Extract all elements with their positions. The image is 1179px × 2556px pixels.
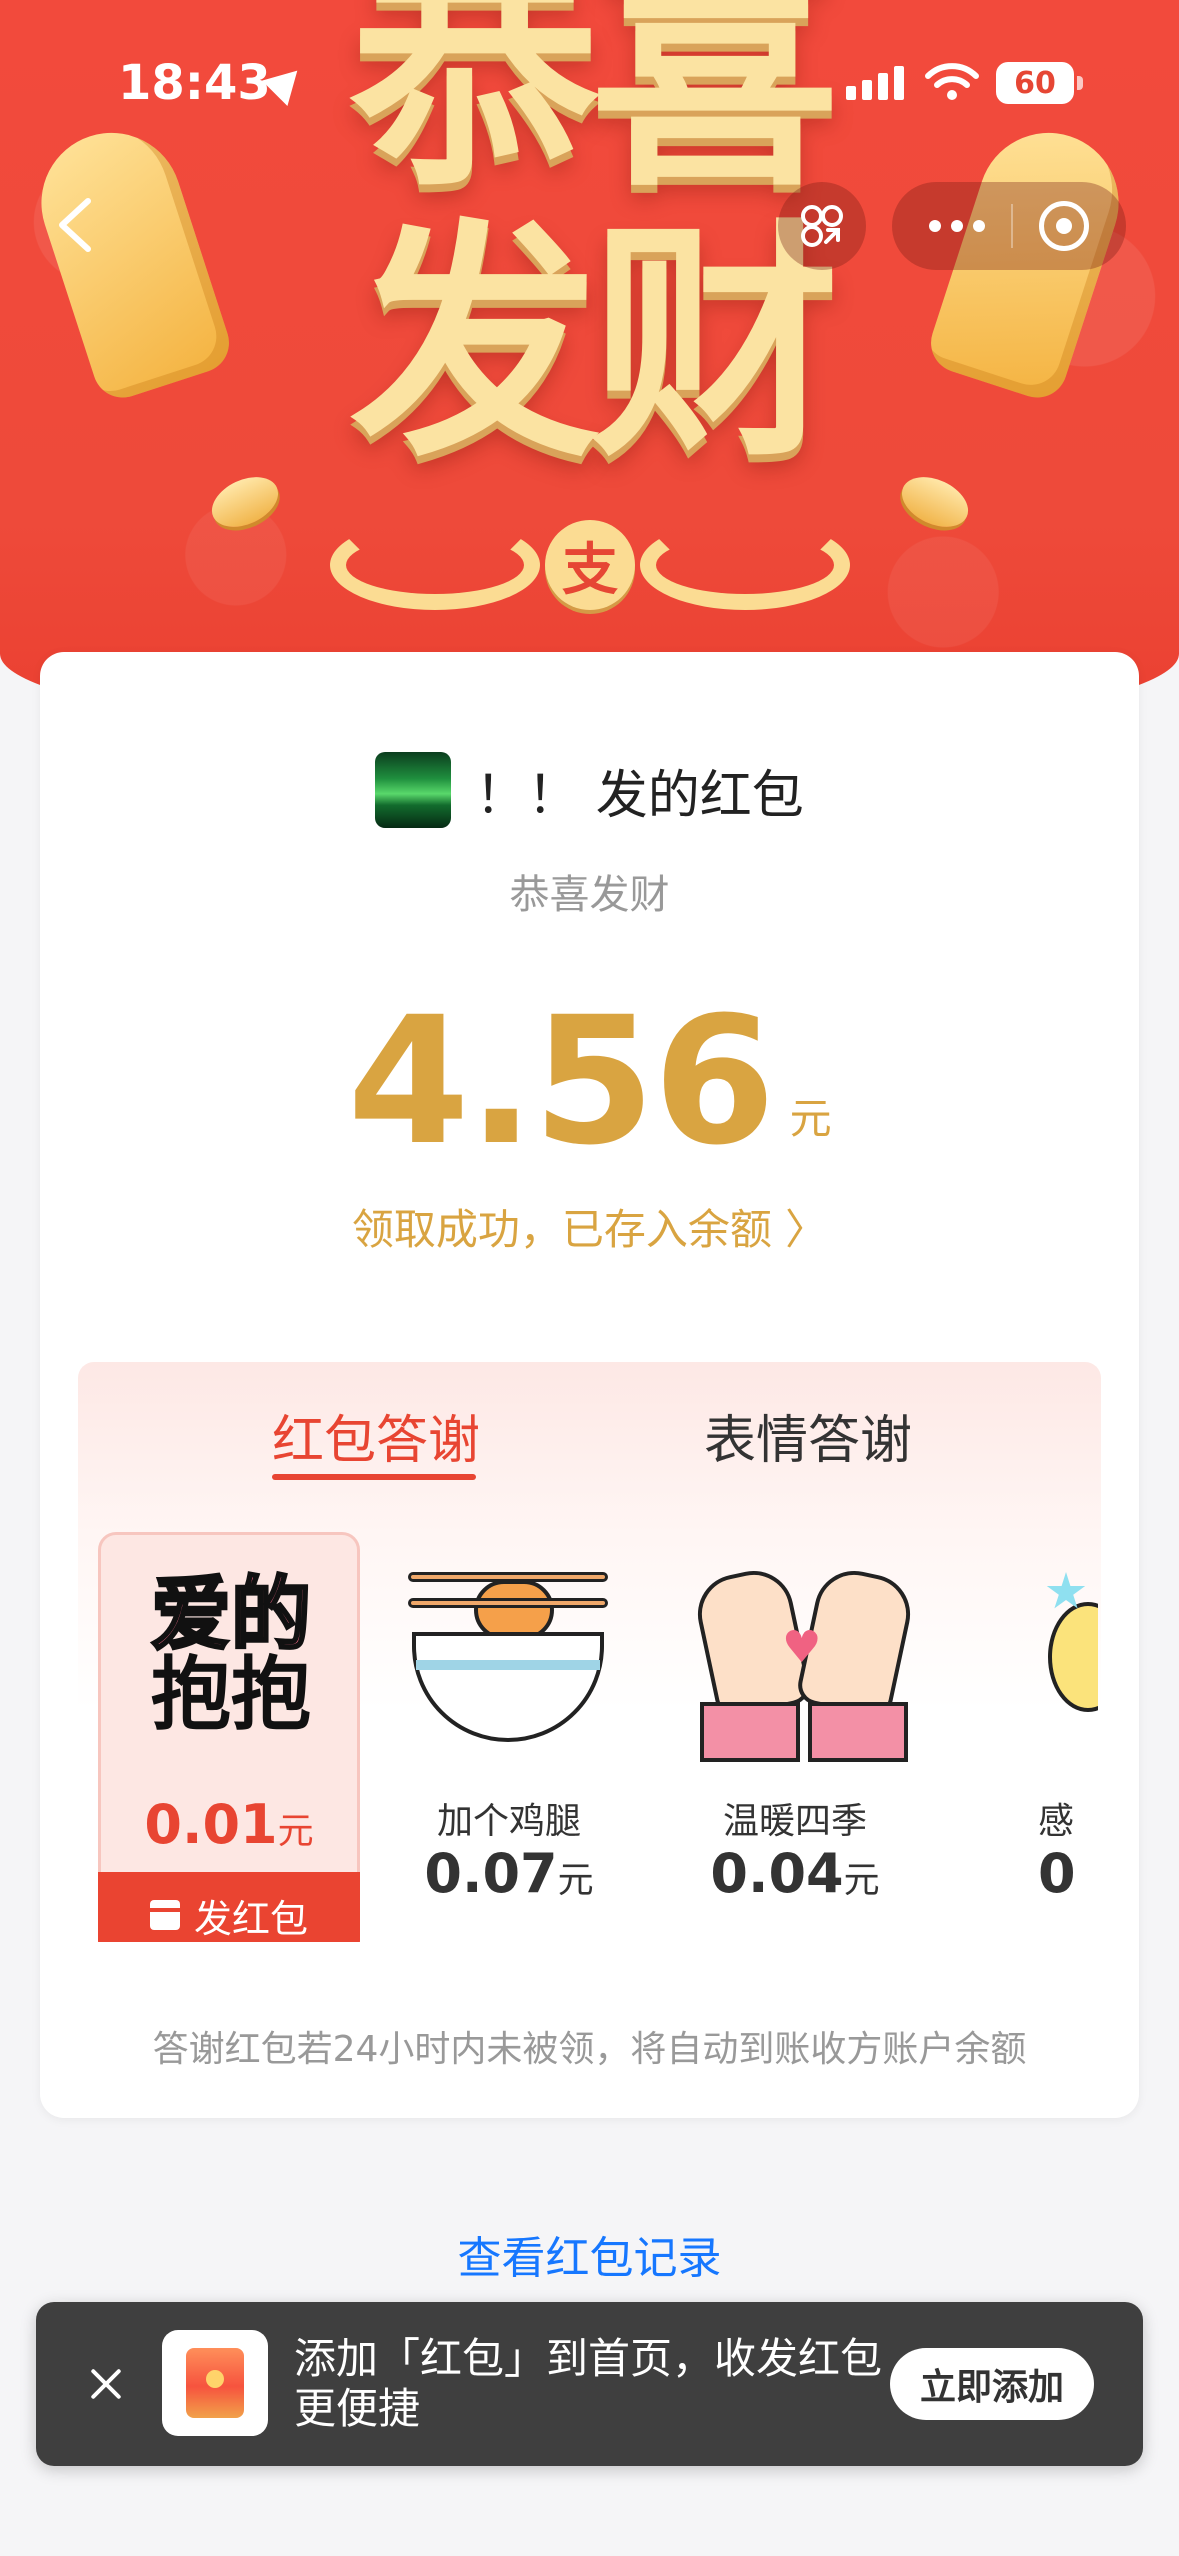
chevron-left-icon[interactable] — [48, 195, 108, 255]
status-time: 18:43 — [118, 55, 271, 111]
cellular-signal-icon — [846, 66, 904, 100]
red-packet-card: ！！ 发的红包 恭喜发财 4.56 元 领取成功，已存入余额 〉 红包答谢 表情… — [40, 652, 1139, 2118]
alipay-seal-icon: 支 — [545, 520, 635, 610]
thanks-item-partial[interactable]: 感 0 — [1038, 1532, 1101, 1942]
thanks-item-hug[interactable]: 爱的 抱抱 0.01元 发红包 — [98, 1532, 360, 1942]
item-price: 0.01元 — [101, 1793, 357, 1856]
amount-unit: 元 — [789, 1094, 832, 1143]
thanks-items: 爱的 抱抱 0.01元 发红包 加个鸡腿 0.07元 ♥ 温暖四季 0.04元 … — [78, 1532, 1101, 1942]
battery-indicator: 60 — [996, 62, 1083, 104]
scan-icon — [801, 205, 843, 247]
amount-value: 4.56 — [347, 979, 775, 1184]
thanks-item-warm-seasons[interactable]: ♥ 温暖四季 0.04元 — [664, 1532, 926, 1942]
item-price: 0.04元 — [664, 1842, 926, 1905]
heart-hands-sticker: ♥ — [690, 1552, 918, 1762]
heart-icon: ♥ — [782, 1622, 822, 1673]
drumstick-icon — [474, 1580, 554, 1640]
item-name: 加个鸡腿 — [436, 1801, 581, 1842]
partial-sticker — [1038, 1562, 1098, 1722]
close-icon[interactable] — [80, 2358, 132, 2410]
item-price-value: 0.04 — [710, 1842, 844, 1905]
sticker-text-line2: 抱抱 — [151, 1648, 311, 1741]
cloud-scroll-decoration — [330, 520, 540, 610]
amount-row: 4.56 元 — [40, 992, 1139, 1172]
view-records-link[interactable]: 查看红包记录 — [0, 2222, 1179, 2286]
auto-credit-note: 答谢红包若24小时内未被领，将自动到账收方账户余额 — [152, 2029, 1027, 2070]
hug-sticker: 爱的 抱抱 — [131, 1555, 331, 1755]
sender-name: ！！ 发的红包 — [475, 765, 804, 826]
item-name: 感 — [1038, 1801, 1075, 1842]
item-price-unit: 元 — [277, 1811, 314, 1852]
item-price: 0.07元 — [378, 1842, 640, 1905]
sender-row: ！！ 发的红包 — [40, 752, 1139, 828]
thanks-tabs: 红包答谢 表情答谢 — [78, 1398, 1101, 1478]
red-packet-detail-page: 恭喜 发财 支 18:43 60 ！！ 发的红包 恭喜发财 4.56 元 领取成… — [0, 0, 1179, 2556]
capsule-menu — [892, 182, 1126, 270]
thanks-item-drumstick[interactable]: 加个鸡腿 0.07元 — [378, 1532, 640, 1942]
item-price-value: 0 — [1038, 1842, 1076, 1905]
target-icon[interactable] — [1039, 201, 1089, 251]
avatar — [375, 752, 452, 828]
rice-bowl-icon — [412, 1632, 604, 1742]
more-dots-icon[interactable] — [929, 220, 985, 232]
red-packet-app-icon — [162, 2330, 268, 2436]
capsule-divider — [1011, 204, 1013, 248]
drumstick-sticker — [408, 1552, 608, 1752]
status-bar: 18:43 60 — [0, 0, 1179, 170]
thanks-panel: 红包答谢 表情答谢 爱的 抱抱 0.01元 发红包 加个鸡腿 0.07元 ♥ 温… — [78, 1362, 1101, 1942]
wifi-icon — [925, 63, 979, 100]
send-red-packet-button[interactable]: 发红包 — [98, 1872, 360, 1942]
deposit-status-link[interactable]: 领取成功，已存入余额 〉 — [40, 1196, 1139, 1257]
tab-red-packet-thanks[interactable]: 红包答谢 — [272, 1398, 480, 1473]
item-price-value: 0.01 — [144, 1793, 278, 1856]
add-now-button[interactable]: 立即添加 — [890, 2348, 1094, 2420]
scan-button[interactable] — [778, 182, 866, 270]
item-price-value: 0.07 — [424, 1842, 558, 1905]
item-price-unit: 元 — [557, 1860, 594, 1901]
tab-sticker-thanks[interactable]: 表情答谢 — [704, 1398, 912, 1473]
red-packet-icon — [149, 1900, 180, 1930]
cloud-scroll-decoration — [640, 520, 850, 610]
item-price: 0 — [1038, 1842, 1098, 1905]
item-price-unit: 元 — [843, 1860, 880, 1901]
send-button-label: 发红包 — [193, 1896, 308, 1941]
sticker-text-line1: 爱的 — [150, 1568, 313, 1661]
item-name: 温暖四季 — [722, 1801, 867, 1842]
add-to-home-toast: 添加「红包」到首页，收发红包更便捷 立即添加 — [36, 2302, 1143, 2466]
blessing-text: 恭喜发财 — [509, 872, 670, 918]
toast-message: 添加「红包」到首页，收发红包更便捷 — [294, 2334, 883, 2433]
tab-active-indicator — [272, 1474, 476, 1480]
